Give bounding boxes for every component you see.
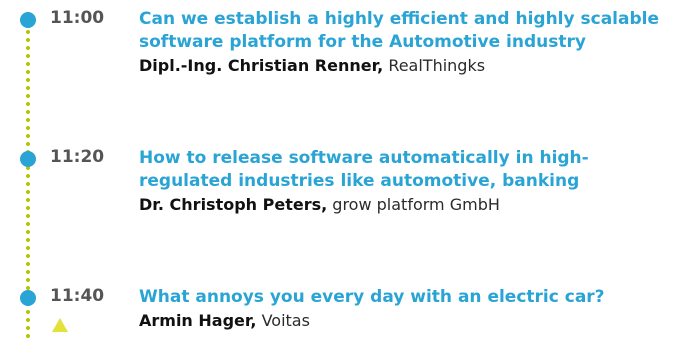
speaker-name: Dipl.-Ing. Christian Renner, [139, 56, 384, 75]
timeline-node-1120 [20, 151, 36, 167]
agenda-details: What annoys you every day with an electr… [139, 286, 674, 332]
talk-title[interactable]: What annoys you every day with an electr… [139, 286, 674, 309]
timeline-node-1100 [20, 12, 36, 28]
agenda-time: 11:00 [50, 8, 105, 28]
agenda-time: 11:20 [50, 147, 105, 167]
agenda-time: 11:40 [50, 286, 105, 306]
speaker-line: Armin Hager, Voitas [139, 309, 674, 332]
speaker-name: Dr. Christoph Peters, [139, 195, 328, 214]
speaker-line: Dipl.-Ing. Christian Renner, RealThingks [139, 54, 674, 77]
speaker-company: grow platform GmbH [332, 195, 500, 214]
speaker-company: RealThingks [388, 56, 486, 75]
talk-title[interactable]: Can we establish a highly efficient and … [139, 8, 674, 54]
talk-title[interactable]: How to release software automatically in… [139, 147, 674, 193]
yellow-triangle-icon [52, 318, 68, 332]
speaker-company: Voitas [261, 311, 310, 330]
timeline-node-1140 [20, 290, 36, 306]
speaker-line: Dr. Christoph Peters, grow platform GmbH [139, 193, 674, 216]
agenda-timeline: 11:00 Can we establish a highly efficien… [0, 0, 679, 342]
speaker-name: Armin Hager, [139, 311, 257, 330]
agenda-details: How to release software automatically in… [139, 147, 674, 216]
agenda-details: Can we establish a highly efficient and … [139, 8, 674, 77]
